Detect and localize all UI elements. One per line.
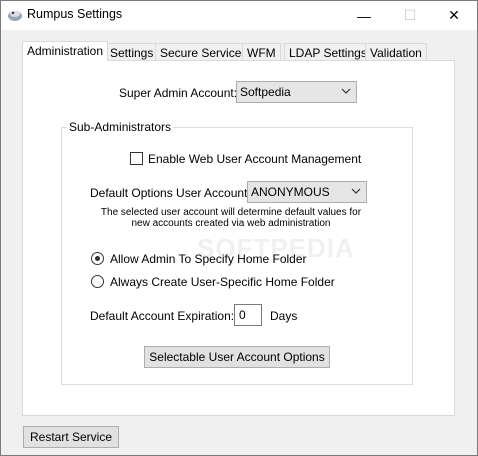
- always-create-home-folder-radio[interactable]: [91, 275, 104, 288]
- enable-web-management-checkbox[interactable]: [130, 152, 143, 165]
- account-expiration-label: Default Account Expiration:: [90, 309, 235, 323]
- maximize-button[interactable]: ☐: [387, 1, 433, 30]
- account-expiration-input[interactable]: 0: [234, 304, 262, 326]
- sub-administrators-title: Sub-Administrators: [67, 120, 174, 134]
- super-admin-select[interactable]: Softpedia: [236, 81, 357, 103]
- tab-wfm[interactable]: WFM: [242, 43, 281, 61]
- enable-web-management-label[interactable]: Enable Web User Account Management: [148, 152, 361, 166]
- tab-secure-services[interactable]: Secure Services: [155, 43, 253, 61]
- chevron-down-icon: [341, 88, 351, 94]
- tab-validation[interactable]: Validation: [365, 43, 427, 61]
- radio-selected-dot: [95, 256, 100, 261]
- tab-ldap-settings[interactable]: LDAP Settings: [284, 43, 372, 61]
- window-title: Rumpus Settings: [27, 7, 123, 21]
- settings-window: Rumpus Settings — ☐ ✕ Administration Set…: [0, 0, 478, 456]
- default-options-select[interactable]: ANONYMOUS: [247, 181, 367, 203]
- selectable-user-account-options-button[interactable]: Selectable User Account Options: [144, 346, 330, 368]
- title-bar[interactable]: Rumpus Settings — ☐ ✕: [1, 1, 477, 30]
- tab-administration[interactable]: Administration: [22, 41, 109, 61]
- restart-service-button[interactable]: Restart Service: [23, 426, 119, 448]
- default-options-value: ANONYMOUS: [251, 185, 330, 199]
- minimize-icon: —: [357, 7, 371, 24]
- app-icon: [8, 11, 22, 21]
- super-admin-value: Softpedia: [240, 85, 291, 99]
- allow-admin-home-folder-label[interactable]: Allow Admin To Specify Home Folder: [110, 252, 307, 266]
- chevron-down-icon: [351, 188, 361, 194]
- account-expiration-unit: Days: [270, 309, 298, 323]
- minimize-button[interactable]: —: [341, 1, 387, 30]
- tab-settings[interactable]: Settings: [105, 43, 159, 61]
- super-admin-label: Super Admin Account:: [119, 86, 238, 100]
- maximize-icon: ☐: [403, 7, 417, 23]
- close-icon: ✕: [448, 7, 460, 23]
- close-button[interactable]: ✕: [431, 1, 477, 30]
- always-create-home-folder-label[interactable]: Always Create User-Specific Home Folder: [110, 275, 335, 289]
- allow-admin-home-folder-radio[interactable]: [91, 252, 104, 265]
- default-options-label: Default Options User Account:: [90, 186, 251, 200]
- default-options-note: The selected user account will determine…: [100, 207, 362, 229]
